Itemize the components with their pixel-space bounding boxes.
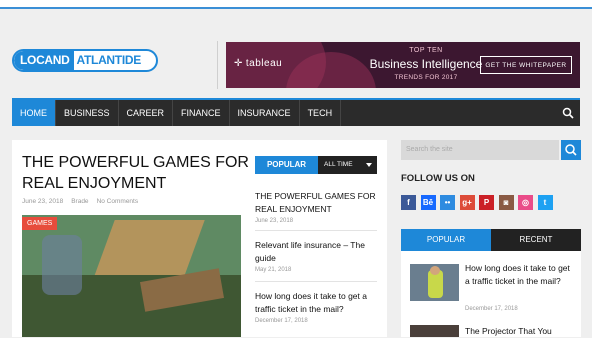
article-date: June 23, 2018 bbox=[22, 198, 64, 205]
social-icons: f Bē •• g+ P ◙ ◎ t bbox=[401, 195, 553, 210]
divider bbox=[255, 230, 377, 231]
popular-item[interactable]: Relevant life insurance – The guide May … bbox=[255, 239, 377, 273]
article-author[interactable]: Brade bbox=[71, 198, 88, 205]
tableau-plus-icon: ✛ bbox=[234, 58, 243, 69]
popular-item-date: June 23, 2018 bbox=[255, 218, 294, 224]
popular-widget-header: POPULAR ALL TIME bbox=[255, 156, 377, 174]
popular-item-date: May 21, 2018 bbox=[255, 267, 292, 273]
nav-item-finance[interactable]: FINANCE bbox=[173, 100, 230, 126]
tab-popular[interactable]: POPULAR bbox=[401, 229, 491, 251]
thumbnail-figure bbox=[430, 266, 440, 275]
category-badge[interactable]: GAMES bbox=[22, 217, 58, 230]
sidebar-tabs: POPULAR RECENT bbox=[401, 229, 581, 251]
popular-item-title[interactable]: Relevant life insurance – The guide bbox=[255, 239, 377, 265]
time-filter-label: ALL TIME bbox=[324, 161, 353, 168]
top-bar bbox=[0, 0, 592, 9]
pinterest-icon[interactable]: P bbox=[479, 195, 494, 210]
popular-item-date: December 17, 2018 bbox=[255, 318, 308, 324]
dribbble-icon[interactable]: ◎ bbox=[518, 195, 533, 210]
popular-item[interactable]: THE POWERFUL GAMES FOR REAL ENJOYMENT Ju… bbox=[255, 190, 377, 224]
article-title[interactable]: THE POWERFUL GAMES FOR REAL ENJOYMENT bbox=[22, 152, 252, 194]
flickr-icon[interactable]: •• bbox=[440, 195, 455, 210]
nav-item-tech[interactable]: TECH bbox=[300, 100, 342, 126]
tab-recent[interactable]: RECENT bbox=[491, 229, 581, 251]
banner-brand: tableau bbox=[245, 58, 283, 69]
header-divider bbox=[217, 41, 218, 89]
sidebar-post-title[interactable]: The Projector That You bbox=[465, 325, 575, 338]
sidebar-post-list: How long does it take to get a traffic t… bbox=[401, 251, 581, 337]
post-thumbnail[interactable] bbox=[410, 264, 459, 301]
article-meta: June 23, 2018 Brade No Comments bbox=[22, 198, 138, 205]
article-comments[interactable]: No Comments bbox=[97, 198, 139, 205]
site-logo[interactable]: LOCAND ATLANTIDE bbox=[12, 49, 158, 72]
nav-item-business[interactable]: BUSINESS bbox=[56, 100, 119, 126]
banner-cta-button[interactable]: GET THE WHITEPAPER bbox=[480, 56, 572, 74]
popular-item-title[interactable]: How long does it take to get a traffic t… bbox=[255, 290, 377, 316]
featured-article: THE POWERFUL GAMES FOR REAL ENJOYMENT Ju… bbox=[12, 140, 387, 337]
google-plus-icon[interactable]: g+ bbox=[459, 195, 475, 210]
nav-item-home[interactable]: HOME bbox=[12, 100, 56, 126]
search-button[interactable] bbox=[561, 140, 581, 160]
nav-search-icon[interactable] bbox=[562, 106, 574, 124]
sidebar-post-date: December 17, 2018 bbox=[465, 306, 518, 312]
popular-item[interactable]: How long does it take to get a traffic t… bbox=[255, 290, 377, 324]
behance-icon[interactable]: Bē bbox=[420, 195, 436, 210]
follow-title: FOLLOW US ON bbox=[401, 173, 475, 184]
facebook-icon[interactable]: f bbox=[401, 195, 416, 210]
image-area bbox=[42, 235, 82, 295]
post-thumbnail[interactable] bbox=[410, 325, 459, 337]
time-filter-dropdown[interactable]: ALL TIME bbox=[318, 156, 377, 174]
main-nav: HOME BUSINESS CAREER FINANCE INSURANCE T… bbox=[12, 98, 580, 126]
sidebar-post-title[interactable]: How long does it take to get a traffic t… bbox=[465, 262, 575, 288]
logo-part-2: ATLANTIDE bbox=[76, 53, 142, 67]
banner-top-text: TOP TEN bbox=[409, 47, 443, 54]
twitter-icon[interactable]: t bbox=[537, 195, 553, 210]
banner-subtext: TRENDS FOR 2017 bbox=[394, 74, 458, 81]
logo-part-1: LOCAND bbox=[14, 51, 74, 70]
search-input[interactable]: Search the site bbox=[401, 140, 559, 160]
tableau-logo: ✛ tableau bbox=[234, 58, 282, 69]
nav-item-insurance[interactable]: INSURANCE bbox=[230, 100, 300, 126]
chevron-down-icon bbox=[366, 163, 372, 167]
featured-image[interactable] bbox=[22, 215, 241, 337]
search-icon bbox=[565, 144, 577, 156]
popular-tab[interactable]: POPULAR bbox=[255, 156, 318, 174]
popular-item-title[interactable]: THE POWERFUL GAMES FOR REAL ENJOYMENT bbox=[255, 190, 377, 216]
ad-banner[interactable]: ✛ tableau TOP TEN Business Intelligence … bbox=[226, 42, 580, 88]
instagram-icon[interactable]: ◙ bbox=[498, 195, 514, 210]
divider bbox=[255, 281, 377, 282]
nav-item-career[interactable]: CAREER bbox=[119, 100, 174, 126]
